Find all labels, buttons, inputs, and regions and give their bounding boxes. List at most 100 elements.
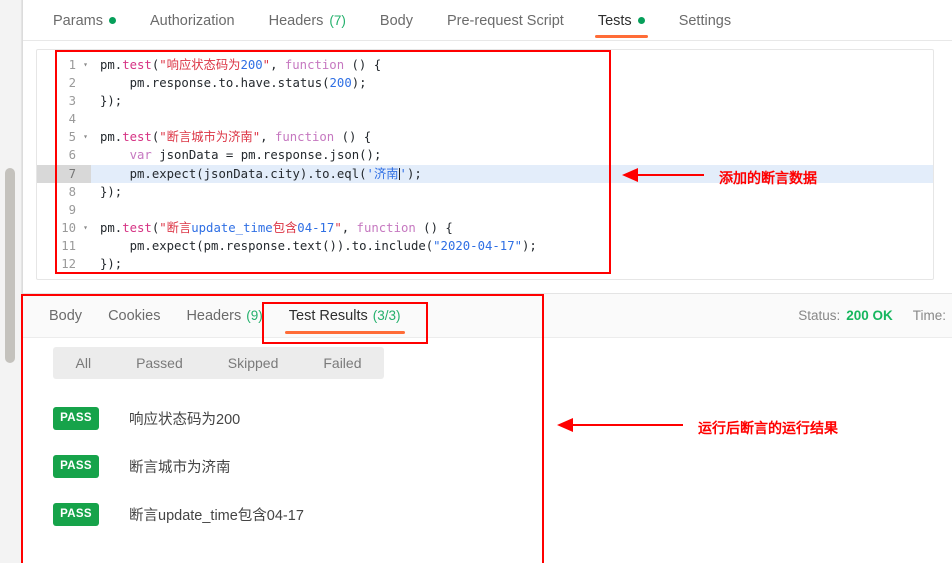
test-result-row: PASS 响应状态码为200 [53,394,553,442]
line-number: 4 [37,110,80,129]
line-number: 8 [37,182,80,201]
line-number: 11 [37,236,80,256]
fold-toggle-icon[interactable]: ▾ [80,56,91,75]
code-line[interactable]: 6 var jsonData = pm.response.json(); [37,146,933,165]
code-token: 200 [240,58,263,72]
code-token: 济南 [373,166,399,181]
code-line[interactable]: 2 pm.response.to.have.status(200); [37,74,933,93]
code-line[interactable]: 3}); [37,92,933,111]
code-text: }); [91,183,122,201]
request-tab-body[interactable]: Body [363,0,430,41]
test-result-name: 响应状态码为200 [129,411,241,428]
code-line[interactable]: 9 [37,200,933,219]
request-tab-tests[interactable]: Tests [581,0,662,41]
request-tab-authorization[interactable]: Authorization [133,0,252,41]
request-tab-count: (7) [329,13,346,28]
fold-toggle-icon[interactable]: ▾ [80,128,91,147]
code-line[interactable]: 11 pm.expect(pm.response.text()).to.incl… [37,236,933,256]
code-token: }); [100,257,123,272]
request-tab-label: Headers [268,12,324,29]
code-token: pm.expect(jsonData.city).to.eql( [100,166,367,181]
response-tab-headers[interactable]: Headers (9) [173,294,275,338]
window-scrollbar-track[interactable] [0,0,22,563]
line-number: 1 [37,56,80,75]
code-token: function [356,220,416,235]
code-token: update_time [191,220,273,235]
response-tab-body[interactable]: Body [36,294,95,338]
response-status-strip: Status: 200 OK Time: [798,294,952,338]
code-text: pm.expect(jsonData.city).to.eql('济南'); [91,165,422,183]
filter-all[interactable]: All [53,355,114,371]
code-token: "断言 [159,220,192,235]
code-line[interactable]: 12}); [37,255,933,274]
request-tabbar: Params Authorization Headers (7) Body Pre-req… [23,0,952,41]
fold-toggle-icon[interactable] [80,92,91,111]
code-token: pm. [100,58,123,72]
fold-toggle-icon[interactable] [80,182,91,201]
request-tab-settings[interactable]: Settings [662,0,748,41]
status-badge: PASS [53,502,99,526]
line-number: 9 [37,200,80,219]
code-token: pm.response.json(); [233,148,382,163]
code-token: ); [406,166,422,181]
code-token: pm.response.to.have.status [100,76,323,91]
status-label: Status: [798,308,841,323]
code-line[interactable]: 1 ▾ pm.test("响应状态码为200", function () { [37,56,933,75]
code-token: ); [522,238,537,253]
code-text: }); [91,255,122,273]
time-label: Time: [912,308,946,323]
filter-failed[interactable]: Failed [301,355,384,371]
code-token: ' [399,166,407,181]
code-lines[interactable]: 1 ▾ pm.test("响应状态码为200", function () {2 pm… [37,50,933,279]
fold-toggle-icon[interactable] [80,146,91,165]
code-token: "2020-04-17" [433,238,522,253]
fold-toggle-icon[interactable] [80,200,91,219]
request-tab-label: Params [53,12,103,29]
request-tab-label: Authorization [149,12,235,29]
response-tab-count: (9) [246,307,263,323]
request-tab-params[interactable]: Params [36,0,133,41]
tests-script-editor[interactable]: 1 ▾ pm.test("响应状态码为200", function () {2 pm… [36,49,934,280]
fold-toggle-icon[interactable] [80,110,91,129]
code-text: pm.expect(pm.response.text()).to.include… [91,237,537,255]
fold-toggle-icon[interactable] [80,74,91,93]
code-token: test [122,58,152,72]
code-token: , [341,220,357,235]
code-line[interactable]: 10 ▾ pm.test("断言update_time包含04-17", funct… [37,218,933,237]
line-number: 12 [37,255,80,274]
fold-toggle-icon[interactable] [80,164,91,183]
fold-toggle-icon[interactable] [80,236,91,256]
response-tab-test-results[interactable]: Test Results (3/3) [276,294,414,338]
test-results-list: PASS 响应状态码为200 PASS 断言城市为济南 PASS 断言update_tim… [53,394,553,538]
code-token: pm.expect(pm.response.text()).to.include… [100,238,434,253]
unsaved-dot-icon [108,17,116,24]
filter-skipped[interactable]: Skipped [205,355,301,371]
unsaved-dot-icon [637,17,645,24]
response-tab-label: Cookies [108,307,161,324]
line-number: 2 [37,74,80,93]
code-token: ' [366,166,374,181]
test-result-row: PASS 断言update_time包含04-17 [53,490,553,538]
code-token: }); [100,184,123,199]
response-tab-cookies[interactable]: Cookies [95,294,173,338]
fold-toggle-icon[interactable] [80,255,91,274]
response-tab-label: Headers [186,307,242,324]
fold-toggle-icon[interactable]: ▾ [80,218,91,237]
code-line[interactable]: 4 [37,110,933,129]
request-tab-pre-request-script[interactable]: Pre-request Script [430,0,581,41]
test-result-filter-group[interactable]: All Passed Skipped Failed [53,347,384,379]
code-token: , [270,58,285,72]
active-tab-underline [594,35,648,38]
window-scrollbar-thumb[interactable] [5,168,15,363]
code-line[interactable]: 5 ▾ pm.test("断言城市为济南", function () { [37,128,933,147]
code-token: test [122,220,152,235]
code-token: () { [334,130,372,145]
code-text: pm.response.to.have.status(200); [91,74,367,92]
request-tab-headers[interactable]: Headers (7) [252,0,363,41]
code-token: , [260,130,275,145]
response-tab-list: Body Cookies Headers (9) Test Results (3/3) [36,294,414,338]
filter-passed[interactable]: Passed [114,355,206,371]
code-text: pm.test("响应状态码为200", function () { [91,56,381,74]
active-tab-underline [284,330,405,334]
response-tabbar: Body Cookies Headers (9) Test Results (3/3) S… [23,294,952,338]
